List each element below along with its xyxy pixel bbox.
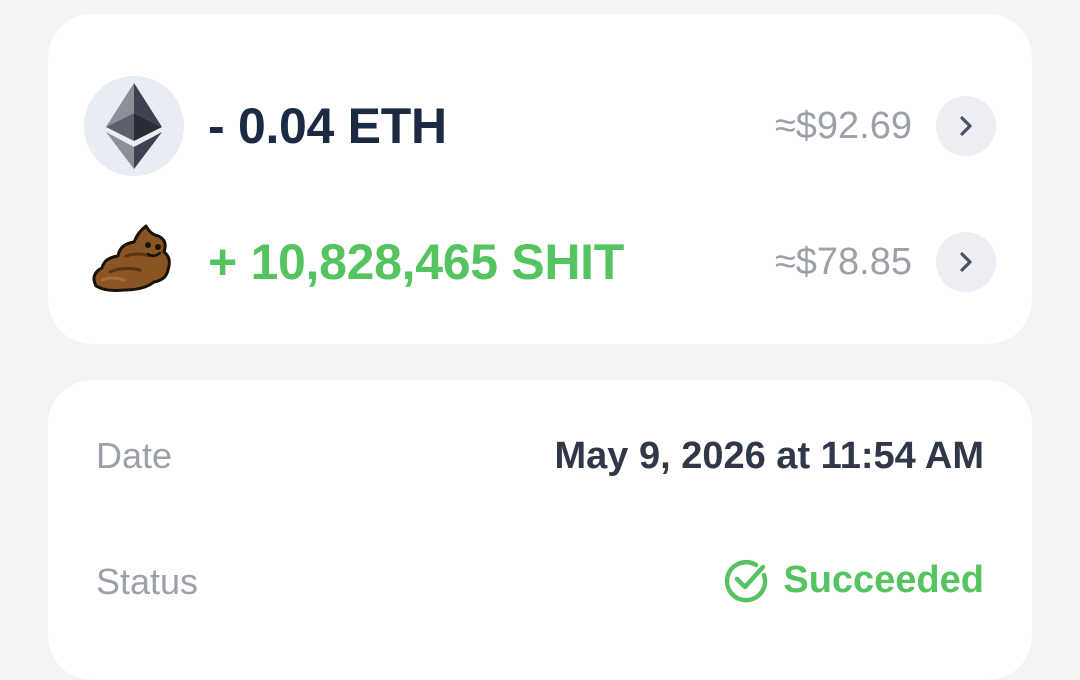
shit-usd-value: ≈$78.85 xyxy=(774,241,912,283)
transaction-details-card: Date May 9, 2026 at 11:54 AM Status Succ… xyxy=(48,380,1032,680)
status-value: Succeeded xyxy=(783,559,984,601)
poop-token-icon xyxy=(84,212,184,312)
shit-details-button[interactable] xyxy=(936,232,996,292)
asset-row-shit: + 10,828,465 SHIT ≈$78.85 xyxy=(48,212,1032,312)
shit-amount: + 10,828,465 SHIT xyxy=(208,234,625,290)
eth-details-button[interactable] xyxy=(936,96,996,156)
ethereum-icon xyxy=(84,76,184,176)
date-value: May 9, 2026 at 11:54 AM xyxy=(554,435,984,477)
chevron-right-icon xyxy=(960,116,972,136)
check-circle-icon xyxy=(725,559,768,603)
chevron-right-icon xyxy=(960,252,972,272)
date-row: Date May 9, 2026 at 11:54 AM xyxy=(48,426,1032,486)
asset-changes-card: - 0.04 ETH ≈$92.69 + 10,828,465 SHIT ≈$7… xyxy=(48,14,1032,344)
asset-row-eth: - 0.04 ETH ≈$92.69 xyxy=(48,76,1032,176)
eth-usd-value: ≈$92.69 xyxy=(774,105,912,147)
status-label: Status xyxy=(96,561,199,602)
status-badge: Succeeded xyxy=(723,556,984,604)
eth-amount: - 0.04 ETH xyxy=(208,98,447,154)
status-row: Status Succeeded xyxy=(48,552,1032,612)
date-label: Date xyxy=(96,435,173,476)
